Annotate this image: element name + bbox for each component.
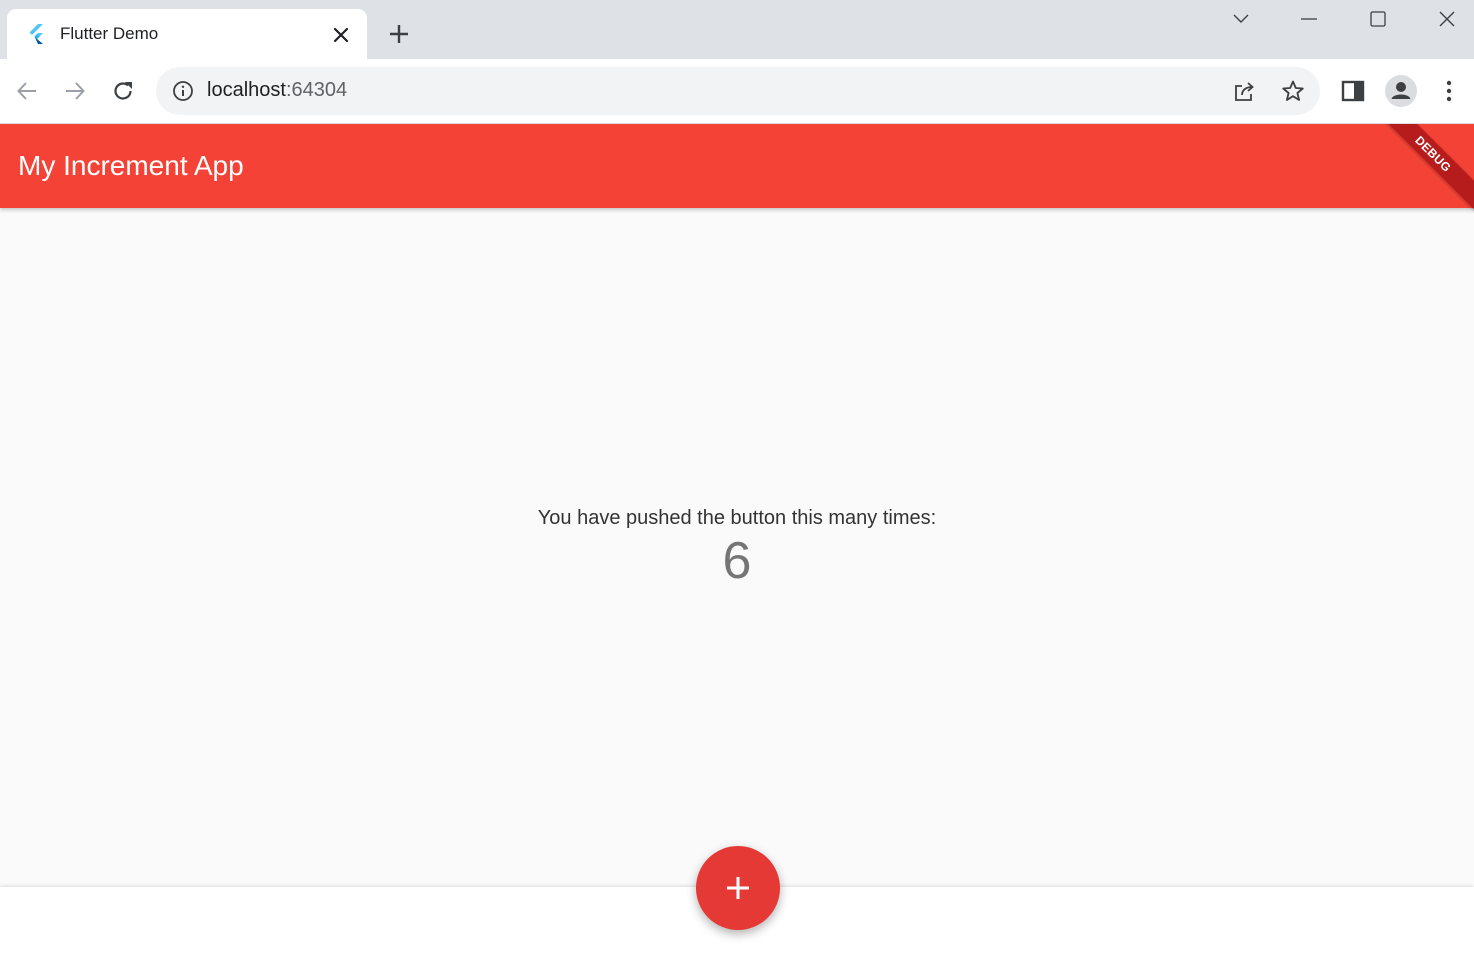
minimize-icon[interactable] [1286, 4, 1332, 34]
close-icon[interactable] [1424, 4, 1470, 34]
avatar-icon[interactable] [1384, 74, 1418, 108]
tab-strip: Flutter Demo [0, 0, 1474, 59]
flutter-logo-icon [27, 24, 45, 44]
tab-title: Flutter Demo [60, 24, 159, 43]
chevron-down-icon[interactable] [1218, 4, 1264, 34]
close-icon[interactable] [329, 23, 353, 47]
app-viewport: My Increment App DEBUG You have pushed t… [0, 124, 1474, 954]
new-tab-button[interactable] [385, 20, 413, 48]
arrow-right-icon[interactable] [59, 75, 91, 107]
url-port: :64304 [285, 79, 348, 101]
address-bar[interactable]: localhost:64304 [156, 67, 1320, 115]
browser-toolbar: localhost:64304 [0, 59, 1474, 124]
counter-message: You have pushed the button this many tim… [537, 507, 937, 529]
app-title: My Increment App [18, 150, 244, 181]
side-panel-icon[interactable] [1339, 77, 1367, 105]
plus-icon [725, 875, 751, 901]
star-icon[interactable] [1281, 79, 1305, 103]
reload-icon[interactable] [107, 75, 139, 107]
tab-flutter-demo[interactable]: Flutter Demo [7, 9, 367, 59]
browser-window: Flutter Demo localhost:64304 My Incremen… [0, 0, 1474, 954]
url-text: localhost:64304 [207, 79, 347, 102]
arrow-left-icon[interactable] [11, 75, 43, 107]
app-bar: My Increment App [0, 124, 1474, 208]
counter-value: 6 [722, 532, 752, 590]
url-host: localhost [207, 79, 286, 101]
maximize-icon[interactable] [1355, 4, 1401, 34]
share-icon[interactable] [1232, 79, 1256, 103]
kebab-menu-icon[interactable] [1435, 77, 1463, 105]
increment-button[interactable] [696, 846, 780, 930]
info-icon[interactable] [172, 80, 194, 102]
